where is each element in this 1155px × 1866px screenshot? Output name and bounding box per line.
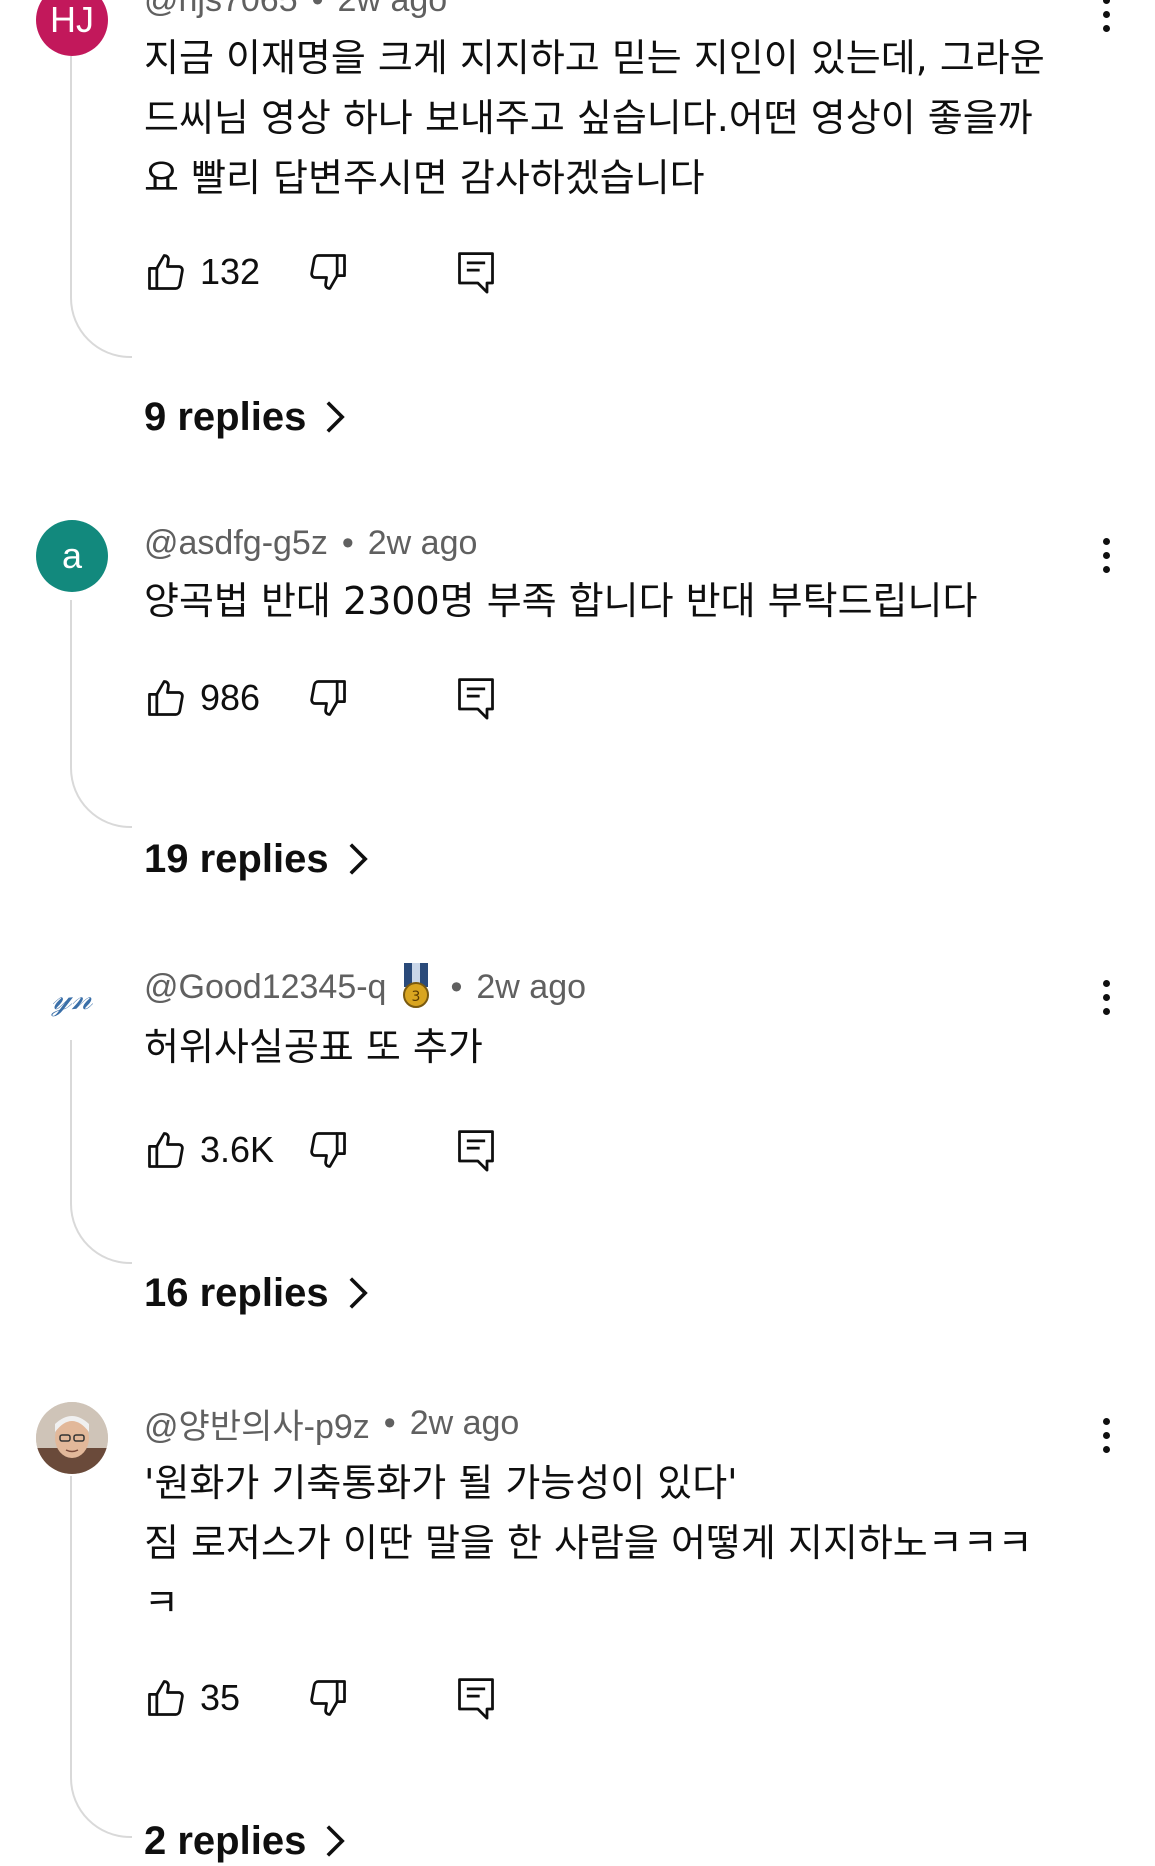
meta-separator: • [450, 967, 463, 1006]
profile-photo [36, 1402, 108, 1474]
comment-text-line: 짐 로저스가 이딴 말을 한 사람을 어떻게 지지하노ㅋㅋㅋ [144, 1521, 1033, 1565]
comment-time: 2w ago [409, 1403, 520, 1442]
comment-text-line: ㅋ [144, 1581, 179, 1625]
comment-text: 허위사실공표 또 추가 [144, 1017, 1074, 1077]
thumbs-down-icon [310, 680, 346, 716]
thread-line [70, 1040, 132, 1264]
thumbs-up-icon [148, 680, 184, 716]
view-replies-button[interactable]: 9 replies [144, 392, 346, 442]
dislike-button[interactable] [306, 1128, 350, 1172]
member-badge-icon: 3 [396, 963, 436, 1011]
view-replies-button[interactable]: 16 replies [144, 1268, 369, 1318]
chevron-right-icon [326, 401, 346, 433]
comment-text-line: 지금 이재명을 크게 지지하고 믿는 지인이 있는데, 그라운 [144, 36, 1045, 80]
like-button[interactable]: 132 [144, 250, 260, 294]
comment-time: 2w ago [476, 967, 587, 1006]
comment-text: '원화가 기축통화가 될 가능성이 있다' 짐 로저스가 이딴 말을 한 사람을… [144, 1453, 1074, 1633]
comment-meta: @양반의사-p9z • 2w ago [144, 1403, 520, 1446]
reply-button[interactable] [454, 674, 498, 722]
comment-actions: 132 [144, 242, 494, 302]
avatar[interactable]: HJ [36, 0, 108, 56]
view-replies-button[interactable]: 2 replies [144, 1816, 346, 1866]
comment-author[interactable]: @Good12345-q [144, 968, 386, 1007]
dislike-button[interactable] [306, 1676, 350, 1720]
more-vertical-icon[interactable] [1086, 0, 1126, 44]
comment-author[interactable]: @hjs7065 [144, 0, 298, 20]
like-button[interactable]: 986 [144, 676, 260, 720]
comment-meta: @hjs7065 • 2w ago [144, 0, 447, 20]
replies-count: 9 replies [144, 394, 307, 439]
dislike-button[interactable] [306, 250, 350, 294]
thumbs-down-icon [310, 1680, 346, 1716]
thumbs-down-icon [310, 254, 346, 290]
avatar[interactable]: a [36, 520, 108, 592]
replies-count: 16 replies [144, 1270, 329, 1315]
chevron-right-icon [349, 843, 368, 875]
more-vertical-icon[interactable] [1086, 1405, 1126, 1465]
thread-line [70, 1476, 132, 1838]
more-vertical-icon[interactable] [1086, 967, 1126, 1027]
comment-text-line: 허위사실공표 또 추가 [144, 1025, 483, 1069]
reply-button[interactable] [454, 248, 498, 296]
view-replies-button[interactable]: 19 replies [144, 834, 369, 884]
thumbs-down-icon [310, 1132, 346, 1168]
thread-line [70, 600, 132, 828]
meta-separator: • [312, 0, 324, 20]
like-count: 986 [200, 677, 261, 718]
like-button[interactable]: 35 [144, 1676, 240, 1720]
comment-text: 양곡법 반대 2300명 부족 합니다 반대 부탁드립니다 [144, 571, 1074, 631]
comment-text: 지금 이재명을 크게 지지하고 믿는 지인이 있는데, 그라운 드씨님 영상 하… [144, 28, 1074, 208]
comment-meta: @Good12345-q 3 • 2w ago [144, 963, 587, 1008]
like-count: 3.6K [200, 1129, 275, 1170]
reply-comment-icon [458, 1130, 494, 1172]
comment-text-line: 요 빨리 답변주시면 감사하겠습니다 [144, 156, 705, 200]
thumbs-up-icon [148, 254, 184, 290]
like-count: 35 [200, 1677, 241, 1718]
comment-text-line: 드씨님 영상 하나 보내주고 싶습니다.어떤 영상이 좋을까 [144, 96, 1033, 140]
svg-text:3: 3 [412, 989, 421, 1005]
reply-button[interactable] [454, 1674, 498, 1722]
like-count: 132 [200, 251, 261, 292]
reply-comment-icon [458, 678, 494, 720]
more-vertical-icon[interactable] [1086, 525, 1126, 585]
reply-comment-icon [458, 252, 494, 294]
thread-line [70, 56, 132, 358]
comment-actions: 35 [144, 1668, 494, 1728]
comment-time: 2w ago [338, 0, 448, 20]
comment-time: 2w ago [367, 523, 478, 562]
reply-button[interactable] [454, 1126, 498, 1174]
reply-comment-icon [458, 1678, 494, 1720]
thumbs-up-icon [148, 1132, 184, 1168]
like-button[interactable]: 3.6K [144, 1128, 274, 1172]
comment-actions: 986 [144, 668, 494, 728]
thumbs-up-icon [148, 1680, 184, 1716]
comment-author[interactable]: @양반의사-p9z [144, 1399, 370, 1448]
chevron-right-icon [349, 1277, 368, 1309]
dislike-button[interactable] [306, 676, 350, 720]
replies-count: 2 replies [144, 1818, 307, 1863]
meta-separator: • [383, 1403, 396, 1442]
comment-text-line: 양곡법 반대 2300명 부족 합니다 반대 부탁드립니다 [144, 579, 978, 623]
chevron-right-icon [326, 1825, 346, 1857]
replies-count: 19 replies [144, 836, 329, 881]
comment-author[interactable]: @asdfg-g5z [144, 524, 328, 563]
avatar[interactable]: 𝓎𝓃 [36, 962, 108, 1034]
comment-text-line: '원화가 기축통화가 될 가능성이 있다' [144, 1461, 738, 1505]
comment-meta: @asdfg-g5z • 2w ago [144, 523, 477, 563]
avatar[interactable] [36, 1402, 108, 1474]
meta-separator: • [341, 523, 354, 562]
comment-actions: 3.6K [144, 1120, 494, 1180]
